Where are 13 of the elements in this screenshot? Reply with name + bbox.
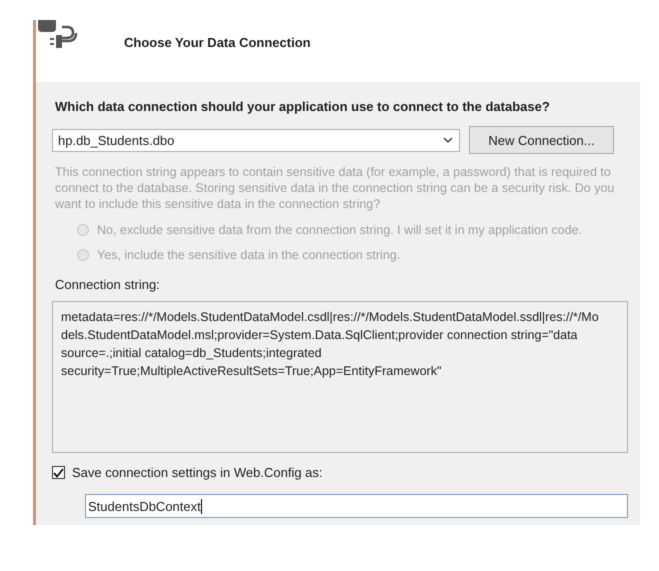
question-label: Which data connection should your application use to connect to the database? (55, 99, 551, 114)
connection-string-label: Connection string: (55, 277, 161, 292)
connection-name-field[interactable]: StudentsDbContext (85, 494, 628, 518)
save-settings-label: Save connection settings in Web.Config as: (72, 465, 323, 480)
radio-label: Yes, include the sensitive data in the connection string. (97, 248, 400, 262)
connection-string-field[interactable] (52, 301, 628, 453)
radio-label: No, exclude sensitive data from the connection string. I will set it in my application code. (97, 223, 582, 237)
checkbox[interactable] (52, 466, 65, 479)
new-connection-button[interactable]: New Connection... (469, 126, 614, 154)
connection-dropdown[interactable]: hp.db_Students.dbo (52, 128, 460, 152)
page-title: Choose Your Data Connection (124, 35, 311, 50)
sensitive-data-note: This connection string appears to contain sensitive data (for example, a password) that is required to connect to the database. Storing sensitive data in the connection string can be a security risk. Do you want to include this sensitive data in the connection string? (55, 164, 616, 212)
connection-string-text: metadata=res://*/Models.StudentDataModel.csdl|res://*/Models.StudentDataModel.ssdl|res://*/Models.StudentDataModel.msl;provider=System.Data.SqlClient;provider connection string="data source=.;initial catalog=db_Students;integrated security=True;MultipleActiveResultSets=True;App=EntityFramework" (60, 309, 600, 380)
